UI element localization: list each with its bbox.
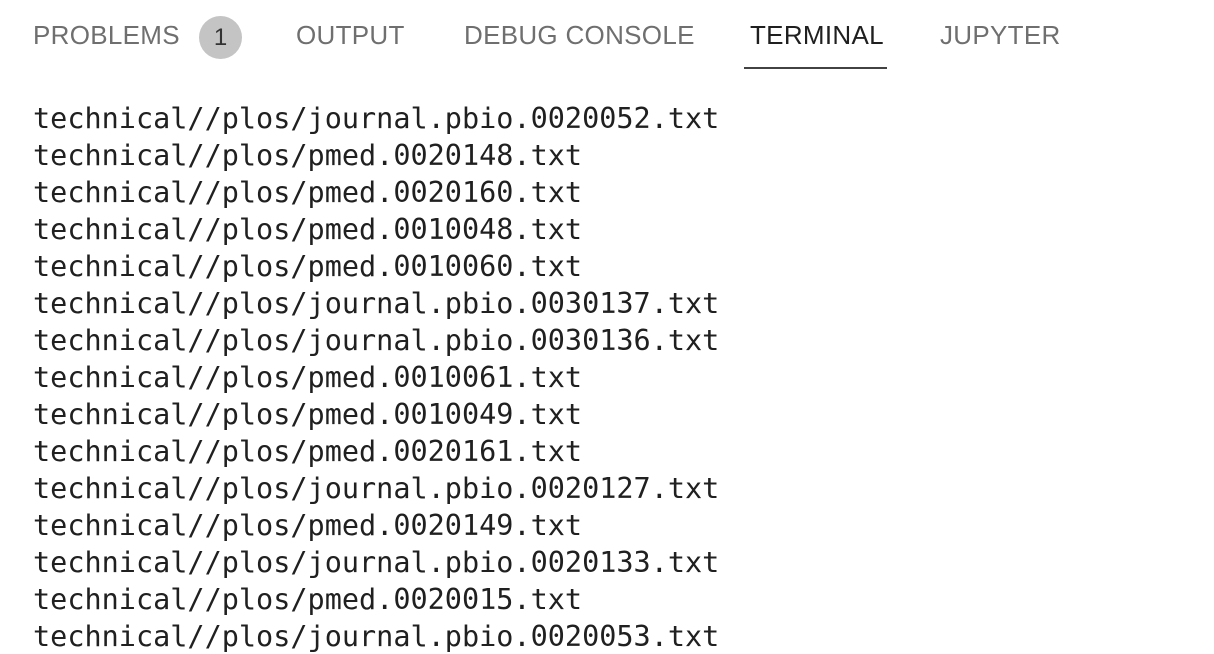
terminal-line: technical//plos/pmed.0010049.txt (33, 398, 583, 431)
tab-debug-console[interactable]: DEBUG CONSOLE (464, 0, 695, 70)
tab-terminal[interactable]: TERMINAL (750, 0, 884, 70)
bottom-panel: PROBLEMS 1 OUTPUT DEBUG CONSOLE TERMINAL… (0, 0, 1214, 654)
terminal-line: technical//plos/journal.pbio.0020133.txt (33, 546, 720, 579)
terminal-line: technical//plos/pmed.0010048.txt (33, 213, 583, 246)
tab-debug-console-label: DEBUG CONSOLE (464, 19, 695, 50)
terminal-line: technical//plos/journal.pbio.0030137.txt (33, 287, 720, 320)
panel-tab-bar: PROBLEMS 1 OUTPUT DEBUG CONSOLE TERMINAL… (0, 0, 1214, 74)
tab-output-label: OUTPUT (296, 19, 405, 50)
tab-jupyter-label: JUPYTER (940, 19, 1061, 50)
terminal-line: technical//plos/journal.pbio.0030136.txt (33, 324, 720, 357)
terminal-line: technical//plos/pmed.0020160.txt (33, 176, 583, 209)
terminal-line: technical//plos/pmed.0020161.txt (33, 435, 583, 468)
tab-output[interactable]: OUTPUT (296, 0, 405, 70)
terminal-line: technical//plos/pmed.0010061.txt (33, 361, 583, 394)
terminal-line: technical//plos/journal.pbio.0020053.txt (33, 620, 720, 653)
problems-count-badge: 1 (199, 16, 242, 59)
terminal-line: technical//plos/pmed.0010060.txt (33, 250, 583, 283)
terminal-line: technical//plos/journal.pbio.0020052.txt (33, 102, 720, 135)
terminal-line: technical//plos/pmed.0020015.txt (33, 583, 583, 616)
terminal-output[interactable]: technical//plos/journal.pbio.0020052.txt… (33, 100, 1193, 654)
terminal-line: technical//plos/journal.pbio.0020127.txt (33, 472, 720, 505)
tab-problems[interactable]: PROBLEMS (33, 0, 180, 70)
terminal-line: technical//plos/pmed.0020148.txt (33, 139, 583, 172)
tab-problems-label: PROBLEMS (33, 19, 180, 50)
tab-terminal-label: TERMINAL (750, 19, 884, 50)
active-tab-indicator (744, 67, 887, 69)
terminal-line: technical//plos/pmed.0020149.txt (33, 509, 583, 542)
tab-jupyter[interactable]: JUPYTER (940, 0, 1061, 70)
